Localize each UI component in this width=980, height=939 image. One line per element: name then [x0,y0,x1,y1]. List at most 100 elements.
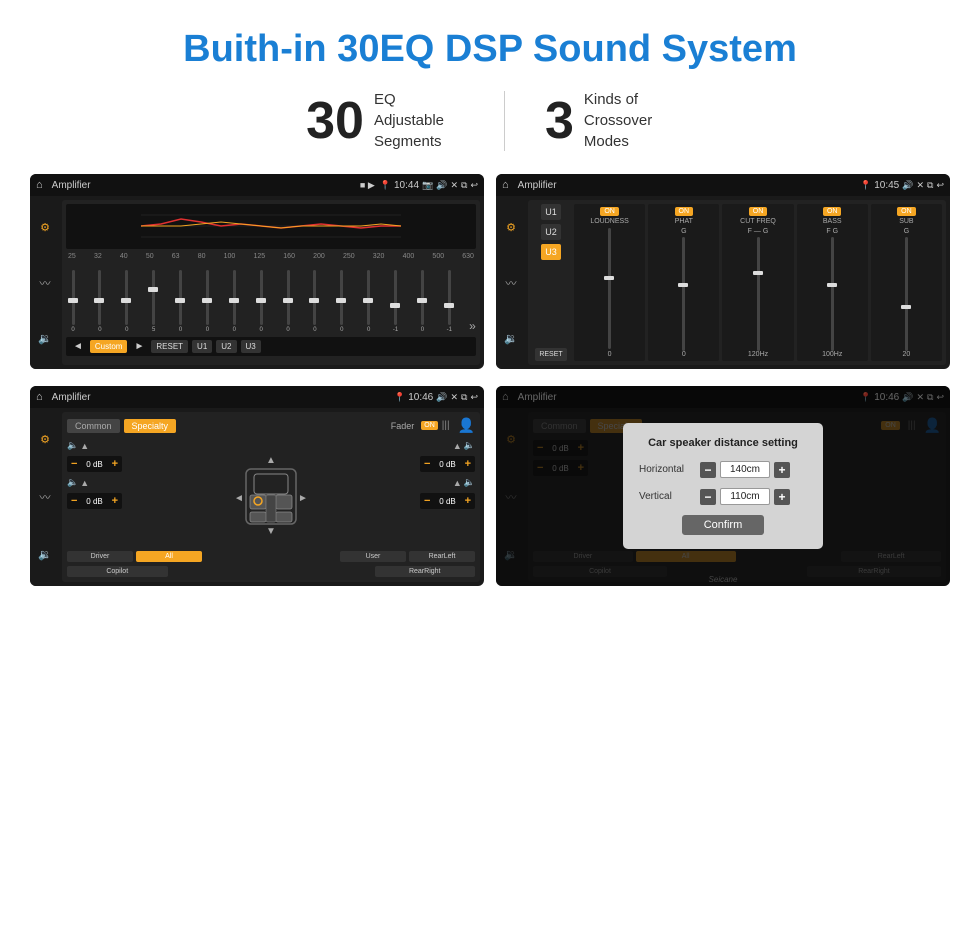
phat-label: PHAT [675,218,693,225]
eq-slider-9[interactable]: 0 [281,270,295,333]
back-icon-3[interactable]: ↩ [470,392,478,403]
specialty-tab[interactable]: Specialty [124,419,177,433]
eq-slider-15[interactable]: -1 [442,270,456,333]
crossover-settings-icon[interactable]: ⚙ [506,221,516,234]
camera-icon: 📷 [422,180,433,191]
pin-icon-3: 📍 [394,392,405,403]
crossover-reset-btn[interactable]: RESET [535,348,566,361]
specialty-title: Amplifier [52,392,389,403]
volume-icon: 🔊 [436,180,447,191]
arrow-up-right-icon: ▲ [453,441,462,451]
sub-on[interactable]: ON [897,207,916,216]
eq-volume-icon[interactable]: 🔉 [38,332,52,345]
eq-slider-4[interactable]: 5 [147,270,161,333]
screen-specialty: ⌂ Amplifier 📍 10:46 🔊 ✕ ⧉ ↩ ⚙ 〰 🔉 Common… [30,386,484,586]
phat-on[interactable]: ON [675,207,694,216]
eq-slider-7[interactable]: 0 [227,270,241,333]
db-plus-fr[interactable]: + [465,458,471,470]
phat-col: ON PHAT G 0 [648,204,719,361]
crossover-topbar: ⌂ Amplifier 📍 10:45 🔊 ✕ ⧉ ↩ [496,174,950,196]
cutfreq-col: ON CUT FREQ F—G 120Hz [722,204,793,361]
copilot-btn[interactable]: Copilot [67,566,168,577]
eq-slider-1[interactable]: 0 [66,270,80,333]
eq-slider-5[interactable]: 0 [174,270,188,333]
eq-prev-icon[interactable]: ◄ [73,341,83,352]
eq-slider-11[interactable]: 0 [335,270,349,333]
common-tab[interactable]: Common [67,419,120,433]
driver-btn[interactable]: Driver [67,551,133,562]
modal-title: Car speaker distance setting [639,437,807,449]
eq-settings-icon[interactable]: ⚙ [40,221,50,234]
eq-custom-btn[interactable]: Custom [90,340,128,353]
specialty-wave-icon[interactable]: 〰 [40,489,51,505]
all-btn[interactable]: All [136,551,202,562]
close-icon[interactable]: ✕ [450,180,458,191]
specialty-topbar: ⌂ Amplifier 📍 10:46 🔊 ✕ ⧉ ↩ [30,386,484,408]
loudness-on[interactable]: ON [600,207,619,216]
eq-wave-icon[interactable]: 〰 [40,275,51,291]
eq-u3-btn[interactable]: U3 [241,340,261,353]
horizontal-label: Horizontal [639,464,694,475]
eq-u2-btn[interactable]: U2 [216,340,236,353]
eq-slider-3[interactable]: 0 [120,270,134,333]
db-plus-rr[interactable]: + [465,495,471,507]
eq-slider-2[interactable]: 0 [93,270,107,333]
eq-next-icon[interactable]: ► [134,341,144,352]
crossover-volume-icon[interactable]: 🔉 [504,332,518,345]
home-icon-3[interactable]: ⌂ [36,391,43,403]
stat-crossover-label: Kinds ofCrossover Modes [584,89,674,152]
bass-on[interactable]: ON [823,207,842,216]
close-icon-3[interactable]: ✕ [450,392,458,403]
right-db-controls: ▲ 🔈 − 0 dB + ▲ 🔈 − [420,440,475,547]
loudness-label: LOUDNESS [590,218,629,225]
specialty-vol-icon[interactable]: 🔉 [38,548,52,561]
db-plus-rl[interactable]: + [112,495,118,507]
eq-slider-10[interactable]: 0 [308,270,322,333]
db-minus-fl[interactable]: − [71,458,77,470]
eq-bottom-bar: ◄ Custom ► RESET U1 U2 U3 [66,337,476,356]
eq-content: ⚙ 〰 🔉 [30,196,484,369]
eq-u1-btn[interactable]: U1 [192,340,212,353]
crossover-wave-icon[interactable]: 〰 [506,275,517,291]
u3-btn[interactable]: U3 [541,244,561,260]
home-icon-2[interactable]: ⌂ [502,179,509,191]
horizontal-plus[interactable]: + [774,462,790,478]
eq-topbar: ⌂ Amplifier ■ ▶ 📍 10:44 📷 🔊 ✕ ⧉ ↩ [30,174,484,196]
vertical-value: 110cm [720,488,770,505]
specialty-top-row: Common Specialty Fader ON ||| 👤 [67,417,475,434]
vertical-plus[interactable]: + [774,489,790,505]
confirm-button[interactable]: Confirm [682,515,765,535]
db-minus-rr[interactable]: − [424,495,430,507]
u1-btn[interactable]: U1 [541,204,561,220]
specialty-settings-icon[interactable]: ⚙ [40,433,50,446]
back-icon[interactable]: ↩ [470,180,478,191]
home-icon[interactable]: ⌂ [36,179,43,191]
horizontal-stepper[interactable]: − 140cm + [700,461,807,478]
db-plus-fl[interactable]: + [112,458,118,470]
specialty-main-panel: Common Specialty Fader ON ||| 👤 🔈 ▲ [62,412,480,582]
screen-crossover: ⌂ Amplifier 📍 10:45 🔊 ✕ ⧉ ↩ ⚙ 〰 🔉 U1 [496,174,950,369]
rearright-btn[interactable]: RearRight [375,566,476,577]
screens-grid: ⌂ Amplifier ■ ▶ 📍 10:44 📷 🔊 ✕ ⧉ ↩ ⚙ 〰 🔉 [0,174,980,596]
eq-slider-8[interactable]: 0 [254,270,268,333]
db-minus-rl[interactable]: − [71,495,77,507]
rearleft-btn[interactable]: RearLeft [409,551,475,562]
user-btn[interactable]: User [340,551,406,562]
vertical-stepper[interactable]: − 110cm + [700,488,807,505]
eq-slider-14[interactable]: 0 [415,270,429,333]
eq-sliders: 0 0 0 5 0 [66,263,476,333]
eq-reset-btn[interactable]: RESET [151,340,188,353]
close-icon-2[interactable]: ✕ [916,180,924,191]
cutfreq-on[interactable]: ON [749,207,768,216]
eq-slider-12[interactable]: 0 [362,270,376,333]
eq-graph [66,204,476,249]
eq-slider-13[interactable]: -1 [389,270,403,333]
back-icon-2[interactable]: ↩ [936,180,944,191]
eq-slider-6[interactable]: 0 [200,270,214,333]
u2-btn[interactable]: U2 [541,224,561,240]
screen-distance: ⌂ Amplifier 📍 10:46 🔊 ✕ ⧉ ↩ ⚙ 〰 🔉 Common [496,386,950,586]
user-icon[interactable]: 👤 [458,417,475,434]
db-minus-fr[interactable]: − [424,458,430,470]
vertical-minus[interactable]: − [700,489,716,505]
horizontal-minus[interactable]: − [700,462,716,478]
